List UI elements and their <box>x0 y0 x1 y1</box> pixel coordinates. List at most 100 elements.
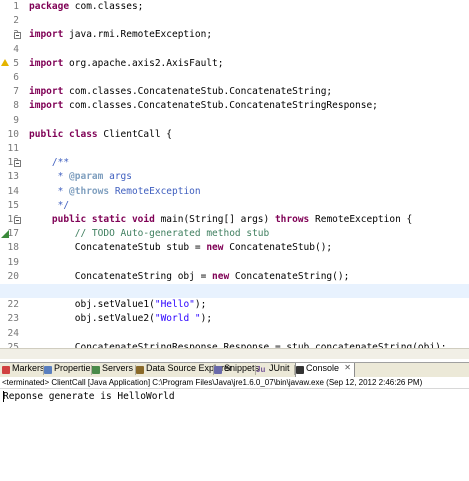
code-token: import <box>29 100 64 112</box>
line-number: 17 <box>0 227 22 241</box>
line-number-label: 7 <box>13 86 19 98</box>
code-token: throws <box>274 214 310 225</box>
code-line[interactable] <box>29 327 469 341</box>
line-number: 25 <box>0 341 22 348</box>
view-tab-markers[interactable]: Markers <box>2 363 45 377</box>
warning-icon[interactable] <box>1 58 9 66</box>
line-number: 18 <box>0 241 22 255</box>
view-tab-console[interactable]: Console ✕ <box>295 363 355 377</box>
code-line[interactable]: */ <box>29 199 469 213</box>
view-tab-label: JUnit <box>269 363 290 373</box>
code-line[interactable]: // TODO Auto-generated method stub <box>29 227 469 241</box>
data-source-icon <box>136 366 144 374</box>
fold-toggle-icon[interactable] <box>14 32 21 40</box>
code-line[interactable] <box>29 71 469 85</box>
code-token: // TODO Auto-generated method stub <box>74 228 270 240</box>
code-line[interactable]: public class ClientCall { <box>29 128 469 142</box>
fold-toggle-icon[interactable] <box>14 160 21 168</box>
console-icon <box>296 366 304 374</box>
line-number: 8 <box>0 99 22 113</box>
view-tab-label: Markers <box>12 363 45 373</box>
code-line[interactable]: * @throws RemoteException <box>29 185 469 199</box>
line-number: 6 <box>0 71 22 85</box>
code-line[interactable]: import java.rmi.RemoteException; <box>29 28 469 42</box>
code-token: com.classes.ConcatenateStub.ConcatenateS… <box>63 100 378 112</box>
code-token: main(String[] args) <box>154 214 275 225</box>
line-number-label: 18 <box>7 242 19 254</box>
line-number-label: 13 <box>7 171 19 183</box>
code-token: */ <box>29 199 70 211</box>
line-number: 12 <box>0 156 22 170</box>
code-line[interactable]: * @param args <box>29 170 469 184</box>
console-output-area[interactable]: Reponse generate is HelloWorld <box>0 388 469 481</box>
line-number-label: 8 <box>13 100 19 112</box>
overrides-marker-icon[interactable] <box>1 230 9 239</box>
code-token: package <box>29 1 70 12</box>
close-icon[interactable]: ✕ <box>344 363 351 372</box>
code-token: ConcatenateStub stub = <box>29 242 207 254</box>
code-line[interactable]: import org.apache.axis2.AxisFault; <box>29 57 469 71</box>
line-number: 20 <box>0 270 22 284</box>
snippets-icon <box>214 366 222 374</box>
code-token: com.classes.ConcatenateStub.ConcatenateS… <box>63 86 333 98</box>
code-editor[interactable]: 1234567891011121314151617181920212223242… <box>0 0 469 348</box>
editor-horizontal-scrollbar[interactable] <box>0 348 469 359</box>
line-number-label: 22 <box>7 299 19 311</box>
code-line[interactable]: ConcatenateStringResponse Response = stu… <box>29 341 469 348</box>
line-number-label: 24 <box>7 327 19 339</box>
code-token: args <box>103 171 132 183</box>
line-number: 24 <box>0 327 22 341</box>
line-number-label: 4 <box>13 43 19 55</box>
code-token: obj.setValue1( <box>29 299 155 311</box>
code-token: import <box>29 86 64 98</box>
junit-icon: Ju <box>256 365 266 374</box>
view-tab-label: Console <box>306 363 340 373</box>
code-line[interactable]: import com.classes.ConcatenateStub.Conca… <box>29 99 469 113</box>
code-line[interactable]: /** <box>29 156 469 170</box>
line-number-label: 2 <box>13 15 19 27</box>
code-line[interactable] <box>29 14 469 28</box>
code-token: ConcatenateStub(); <box>223 242 333 254</box>
view-tab-label: Servers <box>102 363 134 373</box>
code-line[interactable] <box>29 256 469 270</box>
code-line[interactable]: package com.classes; <box>29 0 469 14</box>
code-token: ); <box>200 313 213 325</box>
line-number-label: 14 <box>7 185 19 197</box>
code-line[interactable] <box>29 284 469 298</box>
line-number-label: 19 <box>7 256 19 268</box>
code-line[interactable]: ConcatenateString obj = new ConcatenateS… <box>29 270 469 284</box>
line-number-label: 20 <box>7 270 19 282</box>
line-number: 9 <box>0 114 22 128</box>
line-number-label: 23 <box>7 313 19 325</box>
line-number: 7 <box>0 85 22 99</box>
view-tab-servers[interactable]: Servers <box>92 363 134 377</box>
code-token: java.rmi.RemoteException; <box>63 29 213 41</box>
line-number: 14 <box>0 185 22 199</box>
fold-toggle-icon[interactable] <box>14 217 21 224</box>
code-line[interactable]: obj.setValue2("World "); <box>29 312 469 326</box>
line-number-label: 11 <box>7 143 19 154</box>
code-line[interactable]: public static void main(String[] args) t… <box>29 213 469 227</box>
code-line[interactable] <box>29 114 469 128</box>
code-token: ConcatenateString obj = <box>29 270 213 282</box>
view-tab-snippets[interactable]: Snippets <box>214 363 259 377</box>
markers-icon <box>2 366 10 374</box>
code-line[interactable] <box>29 142 469 156</box>
code-token: org.apache.axis2.AxisFault; <box>63 57 224 69</box>
code-line[interactable]: obj.setValue1("Hello"); <box>29 298 469 312</box>
view-tab-junit[interactable]: Ju JUnit <box>256 363 293 377</box>
line-number: 11 <box>0 142 22 156</box>
line-number-label: 10 <box>7 128 19 140</box>
bottom-view-tabs: Markers Properties Servers Data Source Expl… <box>0 362 469 378</box>
code-line[interactable]: ConcatenateStub stub = new ConcatenateSt… <box>29 241 469 255</box>
line-number-label: 15 <box>7 199 19 211</box>
line-number-label: 6 <box>13 72 19 83</box>
code-line[interactable] <box>29 43 469 57</box>
view-tab-properties[interactable]: Properties <box>44 363 95 377</box>
code-line[interactable]: import com.classes.ConcatenateStub.Conca… <box>29 85 469 99</box>
line-number: 22 <box>0 298 22 312</box>
properties-icon <box>44 366 52 374</box>
view-tab-data-source-explorer[interactable]: Data Source Explorer <box>136 363 232 377</box>
line-number: 10 <box>0 128 22 142</box>
